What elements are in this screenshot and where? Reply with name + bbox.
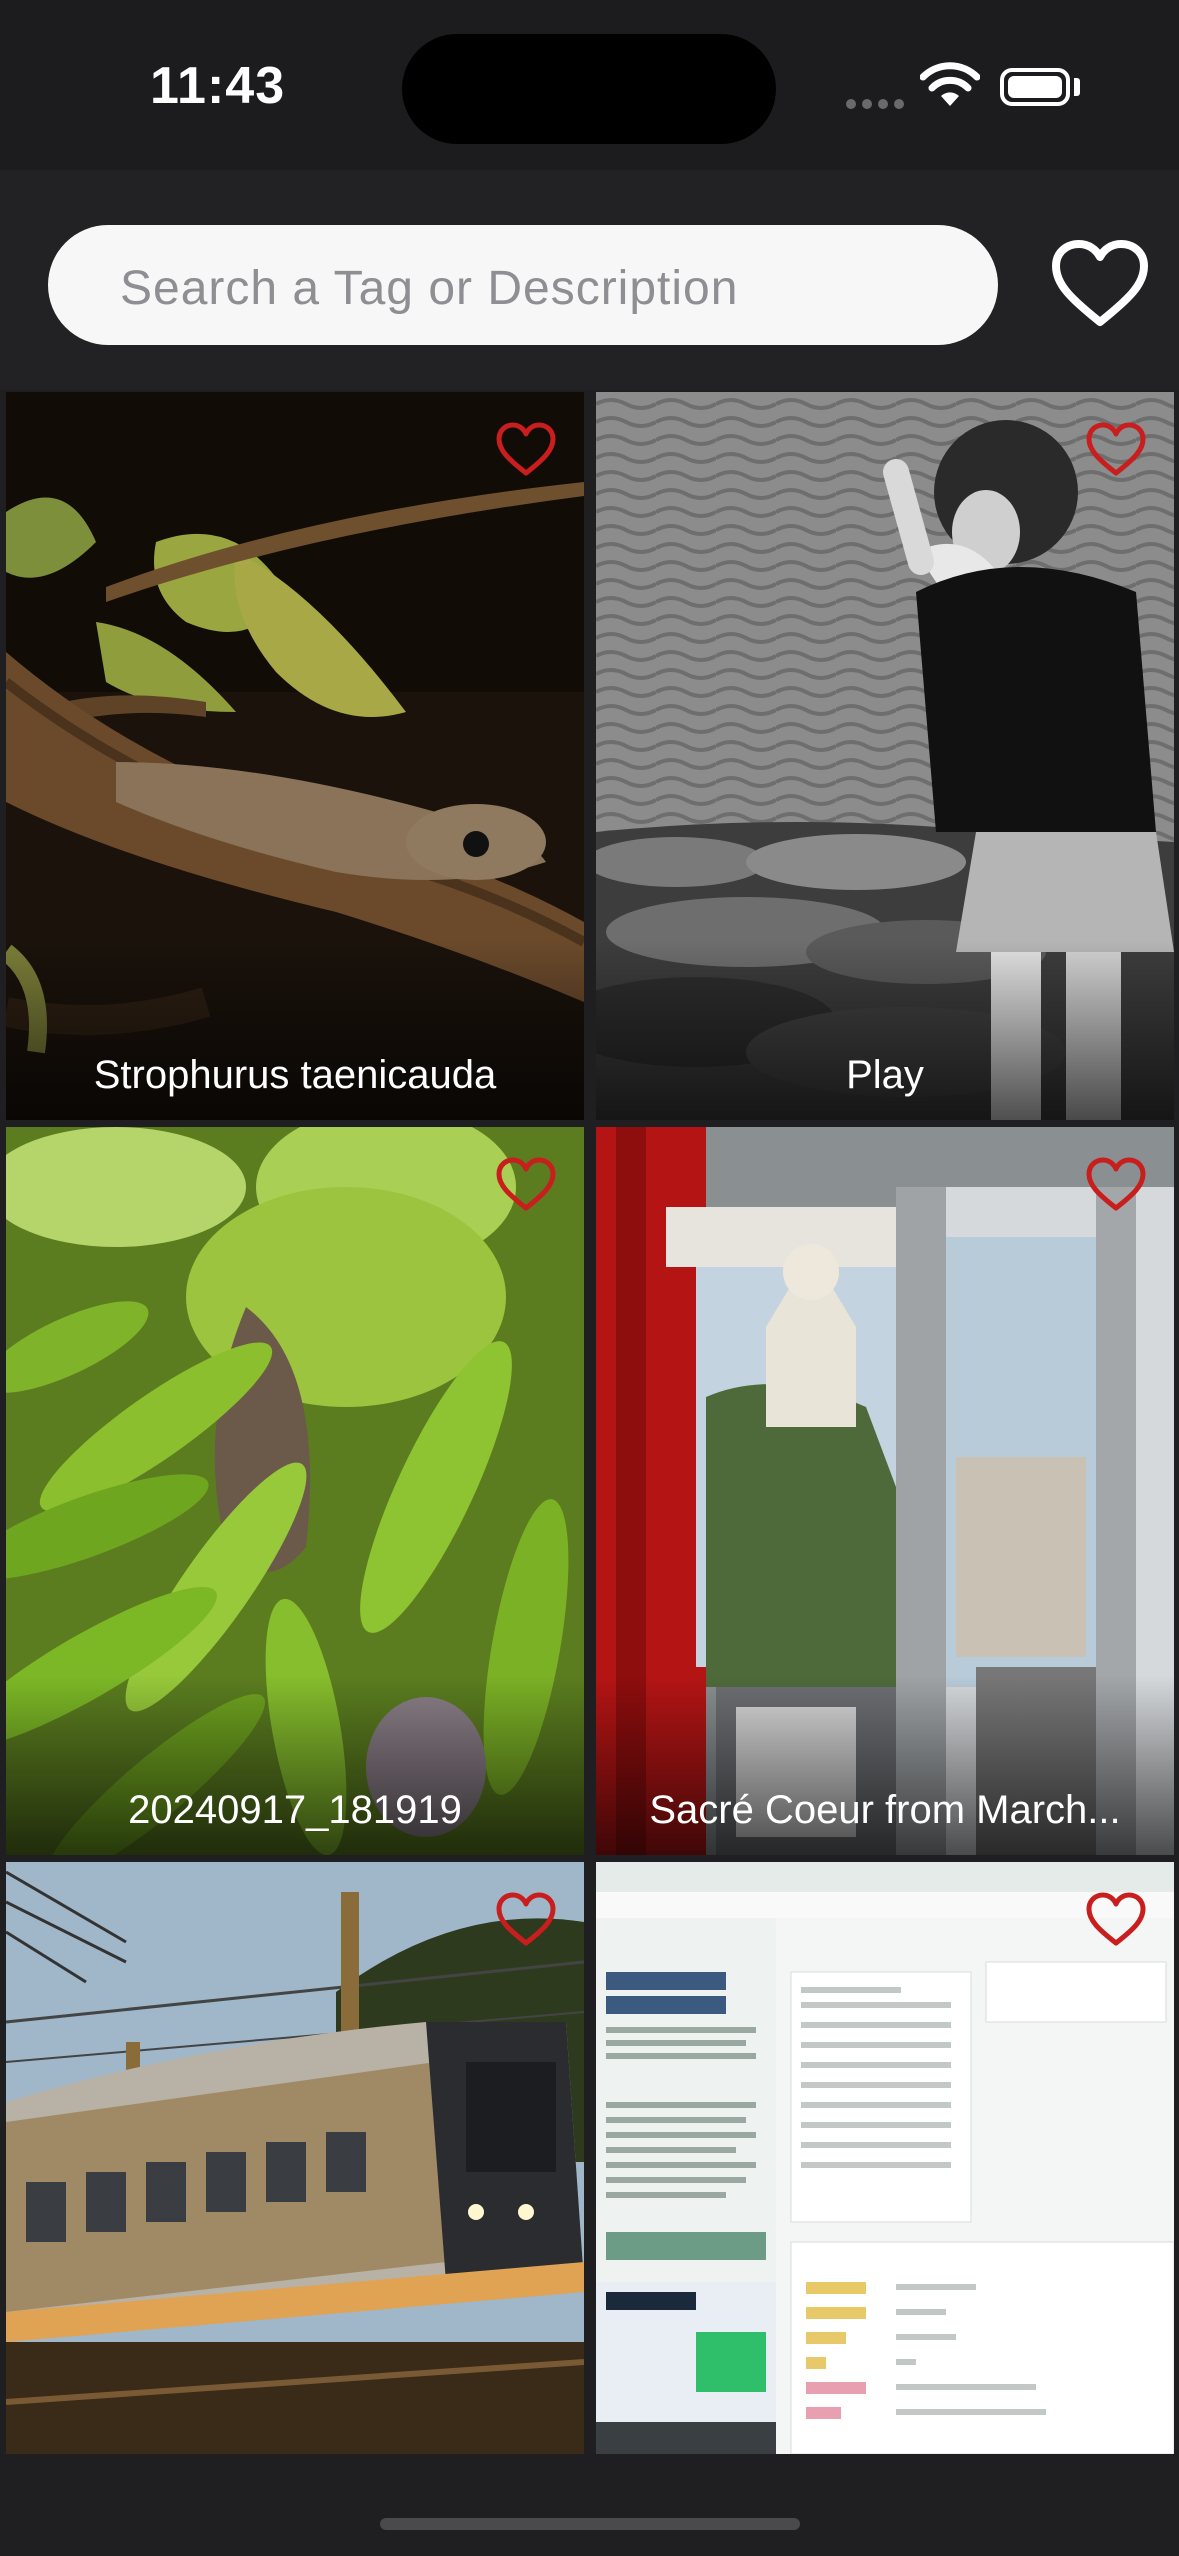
photo-tile[interactable]: [6, 1862, 584, 2454]
favorite-heart-icon[interactable]: [1084, 1890, 1148, 1948]
photo-tile[interactable]: Strophurus taenicauda: [6, 392, 584, 1120]
photo-image: [6, 1862, 584, 2454]
battery-icon: [1000, 68, 1070, 106]
photo-image: [596, 1862, 1174, 2454]
favorites-filter-heart-icon[interactable]: [1050, 238, 1150, 328]
photo-tile[interactable]: Play: [596, 392, 1174, 1120]
wifi-icon: [920, 62, 980, 106]
favorite-heart-icon[interactable]: [494, 1890, 558, 1948]
favorite-heart-icon[interactable]: [494, 420, 558, 478]
photo-tile[interactable]: Sacré Coeur from March...: [596, 1127, 1174, 1855]
photo-caption: Sacré Coeur from March...: [649, 1788, 1121, 1832]
photo-tile[interactable]: [596, 1862, 1174, 2454]
search-placeholder: Search a Tag or Description: [120, 262, 739, 315]
cellular-signal-icon: [846, 96, 910, 114]
home-indicator[interactable]: [380, 2518, 800, 2530]
favorite-heart-icon[interactable]: [1084, 1155, 1148, 1213]
search-input[interactable]: Search a Tag or Description: [48, 225, 998, 345]
header: Search a Tag or Description: [0, 170, 1179, 390]
photo-tile[interactable]: 20240917_181919: [6, 1127, 584, 1855]
battery-cap: [1074, 78, 1080, 96]
dynamic-island: [402, 34, 776, 144]
status-bar: 11:43: [0, 0, 1179, 170]
status-time: 11:43: [150, 57, 286, 115]
photo-caption: 20240917_181919: [128, 1788, 462, 1832]
photo-caption: Strophurus taenicauda: [93, 1053, 497, 1097]
favorite-heart-icon[interactable]: [1084, 420, 1148, 478]
photo-caption: Play: [846, 1053, 924, 1097]
favorite-heart-icon[interactable]: [494, 1155, 558, 1213]
